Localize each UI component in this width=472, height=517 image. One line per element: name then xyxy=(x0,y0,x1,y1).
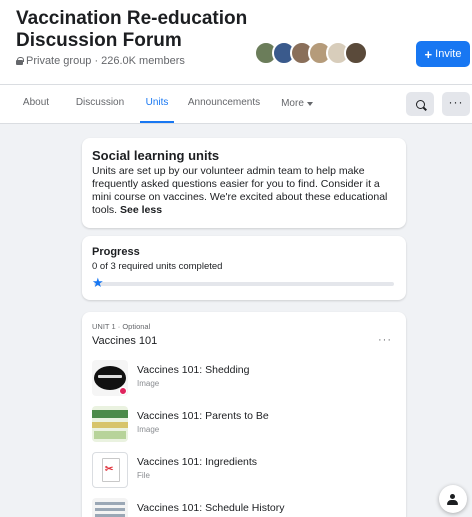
tab-more-label: More xyxy=(281,98,304,109)
caret-down-icon xyxy=(306,102,313,106)
invite-label: Invite xyxy=(435,48,462,60)
unit-item[interactable]: ✂ Vaccines 101: Ingredients File xyxy=(92,452,392,492)
unit-item[interactable]: Vaccines 101: Schedule History xyxy=(92,498,392,517)
invite-button[interactable]: + Invite xyxy=(416,41,470,67)
unit-item-title: Vaccines 101: Shedding xyxy=(137,364,250,376)
tab-units[interactable]: Units xyxy=(140,85,174,123)
unit-item-title: Vaccines 101: Schedule History xyxy=(137,502,285,514)
tab-announcements[interactable]: Announcements xyxy=(182,85,266,123)
group-title[interactable]: Vaccination Re-education Discussion Foru… xyxy=(16,8,276,52)
group-tabs: About Discussion Units Announcements Mor… xyxy=(0,84,472,124)
privacy-label: Private group xyxy=(26,55,92,67)
unit-item-title: Vaccines 101: Parents to Be xyxy=(137,410,269,422)
badge-icon xyxy=(119,387,127,395)
image-thumbnail xyxy=(92,406,128,442)
unit-item-type: File xyxy=(137,471,150,480)
group-meta: Private group · 226.0K members xyxy=(16,55,185,67)
image-thumbnail xyxy=(92,360,128,396)
unit-separator: · xyxy=(117,322,121,331)
ellipsis-icon: ··· xyxy=(448,95,464,109)
unit-tag: Optional xyxy=(122,322,151,331)
members-fab-button[interactable] xyxy=(439,485,467,513)
tab-more[interactable]: More xyxy=(270,85,324,123)
tab-about[interactable]: About xyxy=(14,85,58,123)
unit-item[interactable]: Vaccines 101: Shedding Image xyxy=(92,360,392,400)
intro-card: Social learning units Units are set up b… xyxy=(82,138,406,228)
member-count[interactable]: 226.0K members xyxy=(101,55,185,67)
unit-more-button[interactable]: ··· xyxy=(378,334,392,346)
progress-status: 0 of 3 required units completed xyxy=(92,261,223,272)
unit-label: UNIT 1 xyxy=(92,322,116,331)
unit-card: UNIT 1 · Optional Vaccines 101 ··· Vacci… xyxy=(82,312,406,517)
progress-bar xyxy=(94,282,394,286)
unit-meta: UNIT 1 · Optional xyxy=(92,322,396,331)
tab-discussion[interactable]: Discussion xyxy=(70,85,130,123)
unit-item-type: Image xyxy=(137,425,160,434)
member-avatars[interactable] xyxy=(254,41,368,69)
progress-title: Progress xyxy=(92,246,140,258)
unit-item-title: Vaccines 101: Ingredients xyxy=(137,456,258,468)
intro-body: Units are set up by our volunteer admin … xyxy=(92,165,396,217)
unit-item[interactable]: Vaccines 101: Parents to Be Image xyxy=(92,406,392,446)
unit-item-type: Image xyxy=(137,379,160,388)
meta-separator: · xyxy=(94,55,99,67)
pdf-file-icon: ✂ xyxy=(92,452,128,488)
group-header: Vaccination Re-education Discussion Foru… xyxy=(0,0,472,84)
unit-title: Vaccines 101 xyxy=(92,335,158,347)
plus-icon: + xyxy=(424,46,433,62)
search-icon xyxy=(415,99,425,109)
search-button[interactable] xyxy=(406,92,434,116)
people-icon xyxy=(447,493,459,505)
see-less-link[interactable]: See less xyxy=(120,204,162,216)
member-avatar[interactable] xyxy=(344,41,368,65)
lock-icon xyxy=(16,57,24,65)
progress-card: Progress 0 of 3 required units completed… xyxy=(82,236,406,300)
more-options-button[interactable]: ··· xyxy=(442,92,470,116)
star-icon: ★ xyxy=(92,275,104,290)
image-thumbnail xyxy=(92,498,128,517)
intro-title: Social learning units xyxy=(92,148,220,163)
